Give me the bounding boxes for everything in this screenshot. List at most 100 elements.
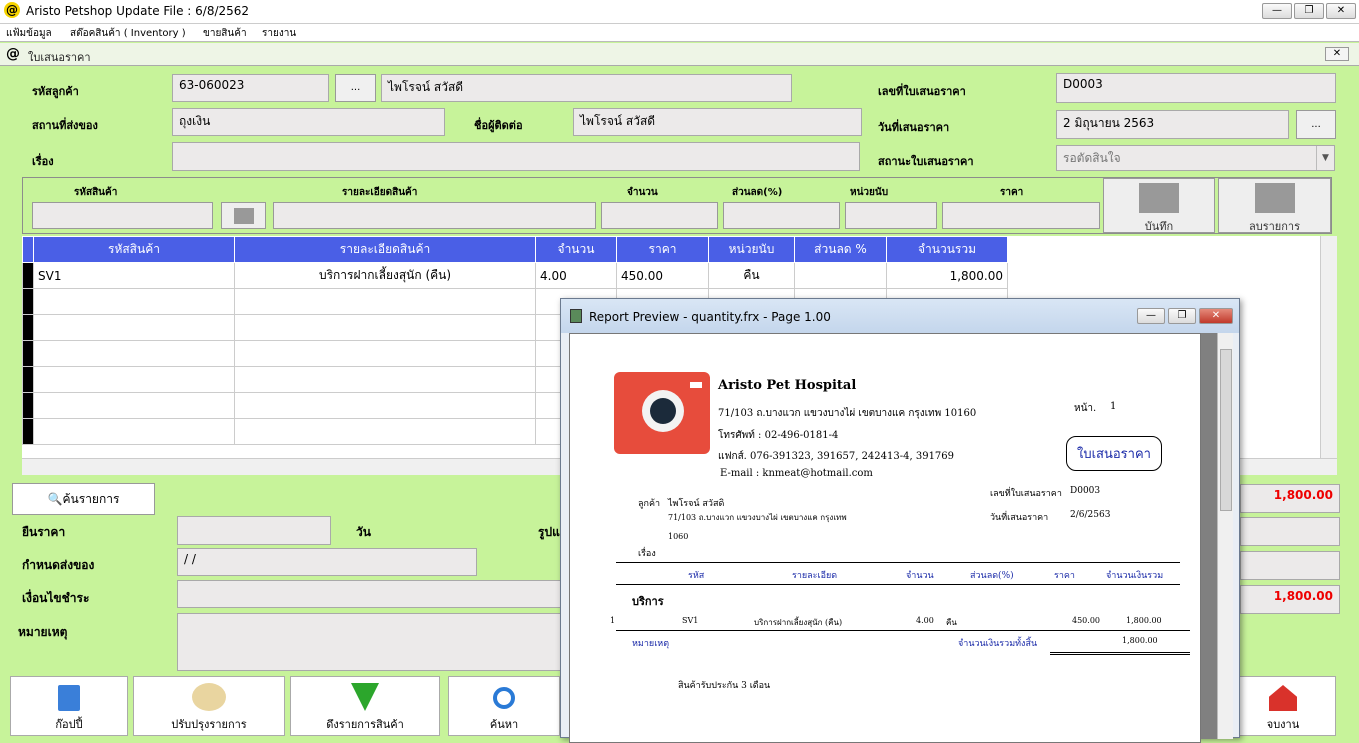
- minimize-button[interactable]: —: [1262, 3, 1292, 19]
- report-window-title: Report Preview - quantity.frx - Page 1.0…: [589, 310, 831, 324]
- entry-code-label: รหัสสินค้า: [74, 187, 118, 198]
- entry-price-label: ราคา: [1000, 187, 1024, 198]
- report-minimize-button[interactable]: —: [1137, 308, 1165, 324]
- form-close-button[interactable]: ✕: [1325, 47, 1349, 61]
- customer-code-label: รหัสลูกค้า: [32, 85, 79, 98]
- report-restore-button[interactable]: ❐: [1168, 308, 1196, 324]
- col-qty[interactable]: จำนวน: [535, 236, 617, 263]
- total-field: 1,800.00: [1240, 484, 1340, 513]
- report-title-bar: Report Preview - quantity.frx - Page 1.0…: [561, 299, 1239, 333]
- entry-unit-input[interactable]: [845, 202, 937, 229]
- valid-label: ยืนราคา: [22, 525, 66, 539]
- close-button[interactable]: ✕: [1326, 3, 1356, 19]
- col-desc[interactable]: รายละเอียดสินค้า: [234, 236, 536, 263]
- contact-field[interactable]: ไพโรจน์ สวัสดี: [573, 108, 862, 136]
- menu-bar: แฟ้มข้อมูล สต๊อคสินค้า ( Inventory ) ขาย…: [0, 24, 1359, 42]
- edit-icon: [192, 683, 226, 711]
- delete-item-button[interactable]: ลบรายการ: [1218, 178, 1331, 233]
- grid-vertical-scrollbar[interactable]: [1320, 236, 1337, 458]
- report-row-price: 450.00: [1072, 616, 1100, 625]
- report-phone: โทรศัพท์ : 02-496-0181-4: [718, 430, 839, 441]
- form-logo-icon: @: [6, 46, 20, 62]
- report-page-label: หน้า.: [1074, 403, 1097, 414]
- valid-days-field[interactable]: [177, 516, 331, 545]
- menu-sales[interactable]: ขายสินค้า: [203, 26, 247, 41]
- down-arrow-icon: [351, 683, 379, 711]
- entry-discount-input[interactable]: [723, 202, 840, 229]
- finish-button[interactable]: จบงาน: [1230, 676, 1336, 736]
- col-discount[interactable]: ส่วนลด %: [794, 236, 887, 263]
- entry-qty-label: จำนวน: [627, 187, 658, 198]
- delivery-place-field[interactable]: ถุงเงิน: [172, 108, 445, 136]
- entry-qty-input[interactable]: [601, 202, 718, 229]
- home-icon: [1269, 685, 1297, 711]
- quote-date-button[interactable]: ...: [1296, 110, 1336, 139]
- col-price[interactable]: ราคา: [616, 236, 709, 263]
- col-total[interactable]: จำนวนรวม: [886, 236, 1008, 263]
- menu-file[interactable]: แฟ้มข้อมูล: [6, 26, 52, 41]
- customer-name-field[interactable]: ไพโรจน์ สวัสดี: [381, 74, 792, 102]
- copy-button[interactable]: ก๊อปปี้: [10, 676, 128, 736]
- camera-logo-icon: [614, 372, 710, 454]
- customer-code-field[interactable]: 63-060023: [172, 74, 329, 102]
- save-item-button[interactable]: บันทึก: [1103, 178, 1215, 233]
- find-button[interactable]: ค้นหา: [448, 676, 560, 736]
- report-note-label: หมายเหตุ: [632, 639, 670, 649]
- delivery-due-label: กำหนดส่งของ: [22, 558, 95, 572]
- report-col-qty: จำนวน: [906, 571, 934, 581]
- pull-items-button[interactable]: ดึงรายการสินค้า: [290, 676, 440, 736]
- report-customer-addr2: 1060: [668, 532, 689, 541]
- report-address: 71/103 ถ.บางแวก แขวงบางไผ่ เขตบางแค กรุง…: [718, 408, 977, 419]
- search-items-button[interactable]: 🔍ค้นรายการ: [12, 483, 155, 515]
- entry-discount-label: ส่วนลด(%): [732, 187, 783, 198]
- report-scrollbar[interactable]: [1217, 333, 1233, 739]
- entry-unit-label: หน่วยนับ: [850, 187, 889, 198]
- report-page: Aristo Pet Hospital 71/103 ถ.บางแวก แขวง…: [569, 333, 1201, 743]
- report-quote-no-label: เลขที่ใบเสนอราคา: [990, 489, 1062, 499]
- report-total: 1,800.00: [1122, 636, 1158, 645]
- quote-date-field[interactable]: 2 มิถุนายน 2563: [1056, 110, 1289, 139]
- report-col-price: ราคา: [1054, 571, 1075, 581]
- menu-reports[interactable]: รายงาน: [262, 26, 296, 41]
- payment-field[interactable]: [177, 580, 567, 608]
- form-title-bar: @ ใบเสนอราคา ✕: [0, 43, 1359, 66]
- entry-price-input[interactable]: [942, 202, 1100, 229]
- delivery-due-field[interactable]: / /: [177, 548, 477, 576]
- table-header: รหัสสินค้า รายละเอียดสินค้า จำนวน ราคา ห…: [22, 236, 1008, 263]
- customer-browse-button[interactable]: ...: [335, 74, 376, 102]
- report-row-amount: 1,800.00: [1126, 616, 1162, 625]
- report-preview-window: Report Preview - quantity.frx - Page 1.0…: [560, 298, 1240, 743]
- update-items-button[interactable]: ปรับปรุงรายการ: [133, 676, 285, 736]
- col-code[interactable]: รหัสสินค้า: [33, 236, 235, 263]
- menu-inventory[interactable]: สต๊อคสินค้า ( Inventory ): [70, 26, 186, 41]
- report-col-amount: จำนวนเงินรวม: [1106, 571, 1164, 581]
- payment-label: เงื่อนไขชำระ: [22, 591, 90, 605]
- magnifier-icon: [493, 687, 515, 709]
- delivery-place-label: สถานที่ส่งของ: [32, 119, 98, 132]
- status-select[interactable]: รอตัดสินใจ: [1056, 145, 1335, 171]
- report-rule: [616, 584, 1180, 585]
- report-row-desc: บริการฝากเลี้ยงสุนัก (คืน): [754, 618, 843, 627]
- quote-no-field[interactable]: D0003: [1056, 73, 1336, 103]
- report-email: E-mail : knmeat@hotmail.com: [720, 468, 873, 479]
- report-row-qty: 4.00: [916, 616, 934, 625]
- report-col-discount: ส่วนลด(%): [970, 571, 1014, 581]
- report-row-no: 1: [610, 616, 616, 625]
- report-warranty: สินค้ารับประกัน 3 เดือน: [678, 681, 771, 691]
- entry-desc-input[interactable]: [273, 202, 596, 229]
- entry-desc-label: รายละเอียดสินค้า: [342, 187, 418, 198]
- entry-browse-button[interactable]: [221, 202, 266, 229]
- note-label: หมายเหตุ: [18, 625, 68, 639]
- report-close-button[interactable]: ✕: [1199, 308, 1233, 324]
- grand-total-field: 1,800.00: [1240, 585, 1340, 614]
- restore-button[interactable]: ❐: [1294, 3, 1324, 19]
- col-unit[interactable]: หน่วยนับ: [708, 236, 795, 263]
- note-field[interactable]: [177, 613, 567, 671]
- table-row[interactable]: SV1 บริการฝากเลี้ยงสุนัก (คืน) 4.00 450.…: [22, 262, 1008, 289]
- day-label: วัน: [356, 525, 371, 539]
- report-total-label: จำนวนเงินรวมทั้งสิ้น: [958, 639, 1038, 649]
- entry-code-input[interactable]: [32, 202, 213, 229]
- report-quote-no: D0003: [1070, 486, 1101, 496]
- chevron-down-icon[interactable]: ▼: [1316, 146, 1334, 170]
- subject-field[interactable]: [172, 142, 860, 171]
